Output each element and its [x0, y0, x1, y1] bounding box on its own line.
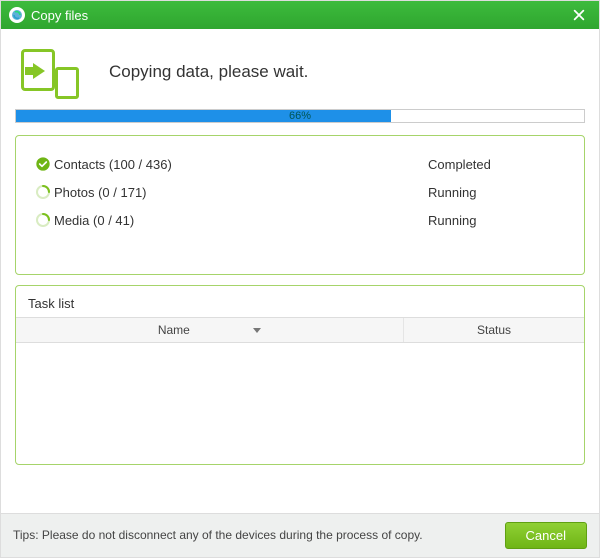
task-list-title: Task list — [16, 286, 584, 317]
check-icon — [32, 156, 54, 172]
column-status-label: Status — [477, 323, 511, 337]
file-label: Contacts (100 / 436) — [54, 157, 428, 172]
window-title: Copy files — [31, 8, 567, 23]
progress-label: 66% — [289, 110, 311, 122]
file-row-photos: Photos (0 / 171) Running — [32, 178, 568, 206]
spinner-icon — [32, 212, 54, 228]
content-area: Copying data, please wait. 66% Contacts … — [1, 29, 599, 465]
header-row: Copying data, please wait. — [15, 43, 585, 109]
status-panel: Contacts (100 / 436) Completed Photos (0… — [15, 135, 585, 275]
file-row-contacts: Contacts (100 / 436) Completed — [32, 150, 568, 178]
titlebar: Copy files — [1, 1, 599, 29]
page-title: Copying data, please wait. — [109, 62, 308, 82]
file-status: Completed — [428, 157, 568, 172]
column-name[interactable]: Name — [16, 318, 404, 342]
file-label: Media (0 / 41) — [54, 213, 428, 228]
file-status: Running — [428, 213, 568, 228]
column-name-label: Name — [158, 323, 190, 337]
app-icon — [9, 7, 25, 23]
file-label: Photos (0 / 171) — [54, 185, 428, 200]
spinner-icon — [32, 184, 54, 200]
file-status: Running — [428, 185, 568, 200]
file-row-media: Media (0 / 41) Running — [32, 206, 568, 234]
sort-desc-icon — [253, 328, 261, 333]
task-list-panel: Task list Name Status — [15, 285, 585, 465]
progress-bar: 66% — [15, 109, 585, 123]
footer: Tips: Please do not disconnect any of th… — [1, 513, 599, 557]
task-list-header: Name Status — [16, 317, 584, 343]
cancel-button[interactable]: Cancel — [505, 522, 587, 549]
transfer-icon — [21, 49, 73, 95]
close-icon[interactable] — [567, 3, 591, 27]
tips-text: Tips: Please do not disconnect any of th… — [13, 527, 505, 544]
progress-fill — [16, 110, 391, 122]
column-status[interactable]: Status — [404, 318, 584, 342]
